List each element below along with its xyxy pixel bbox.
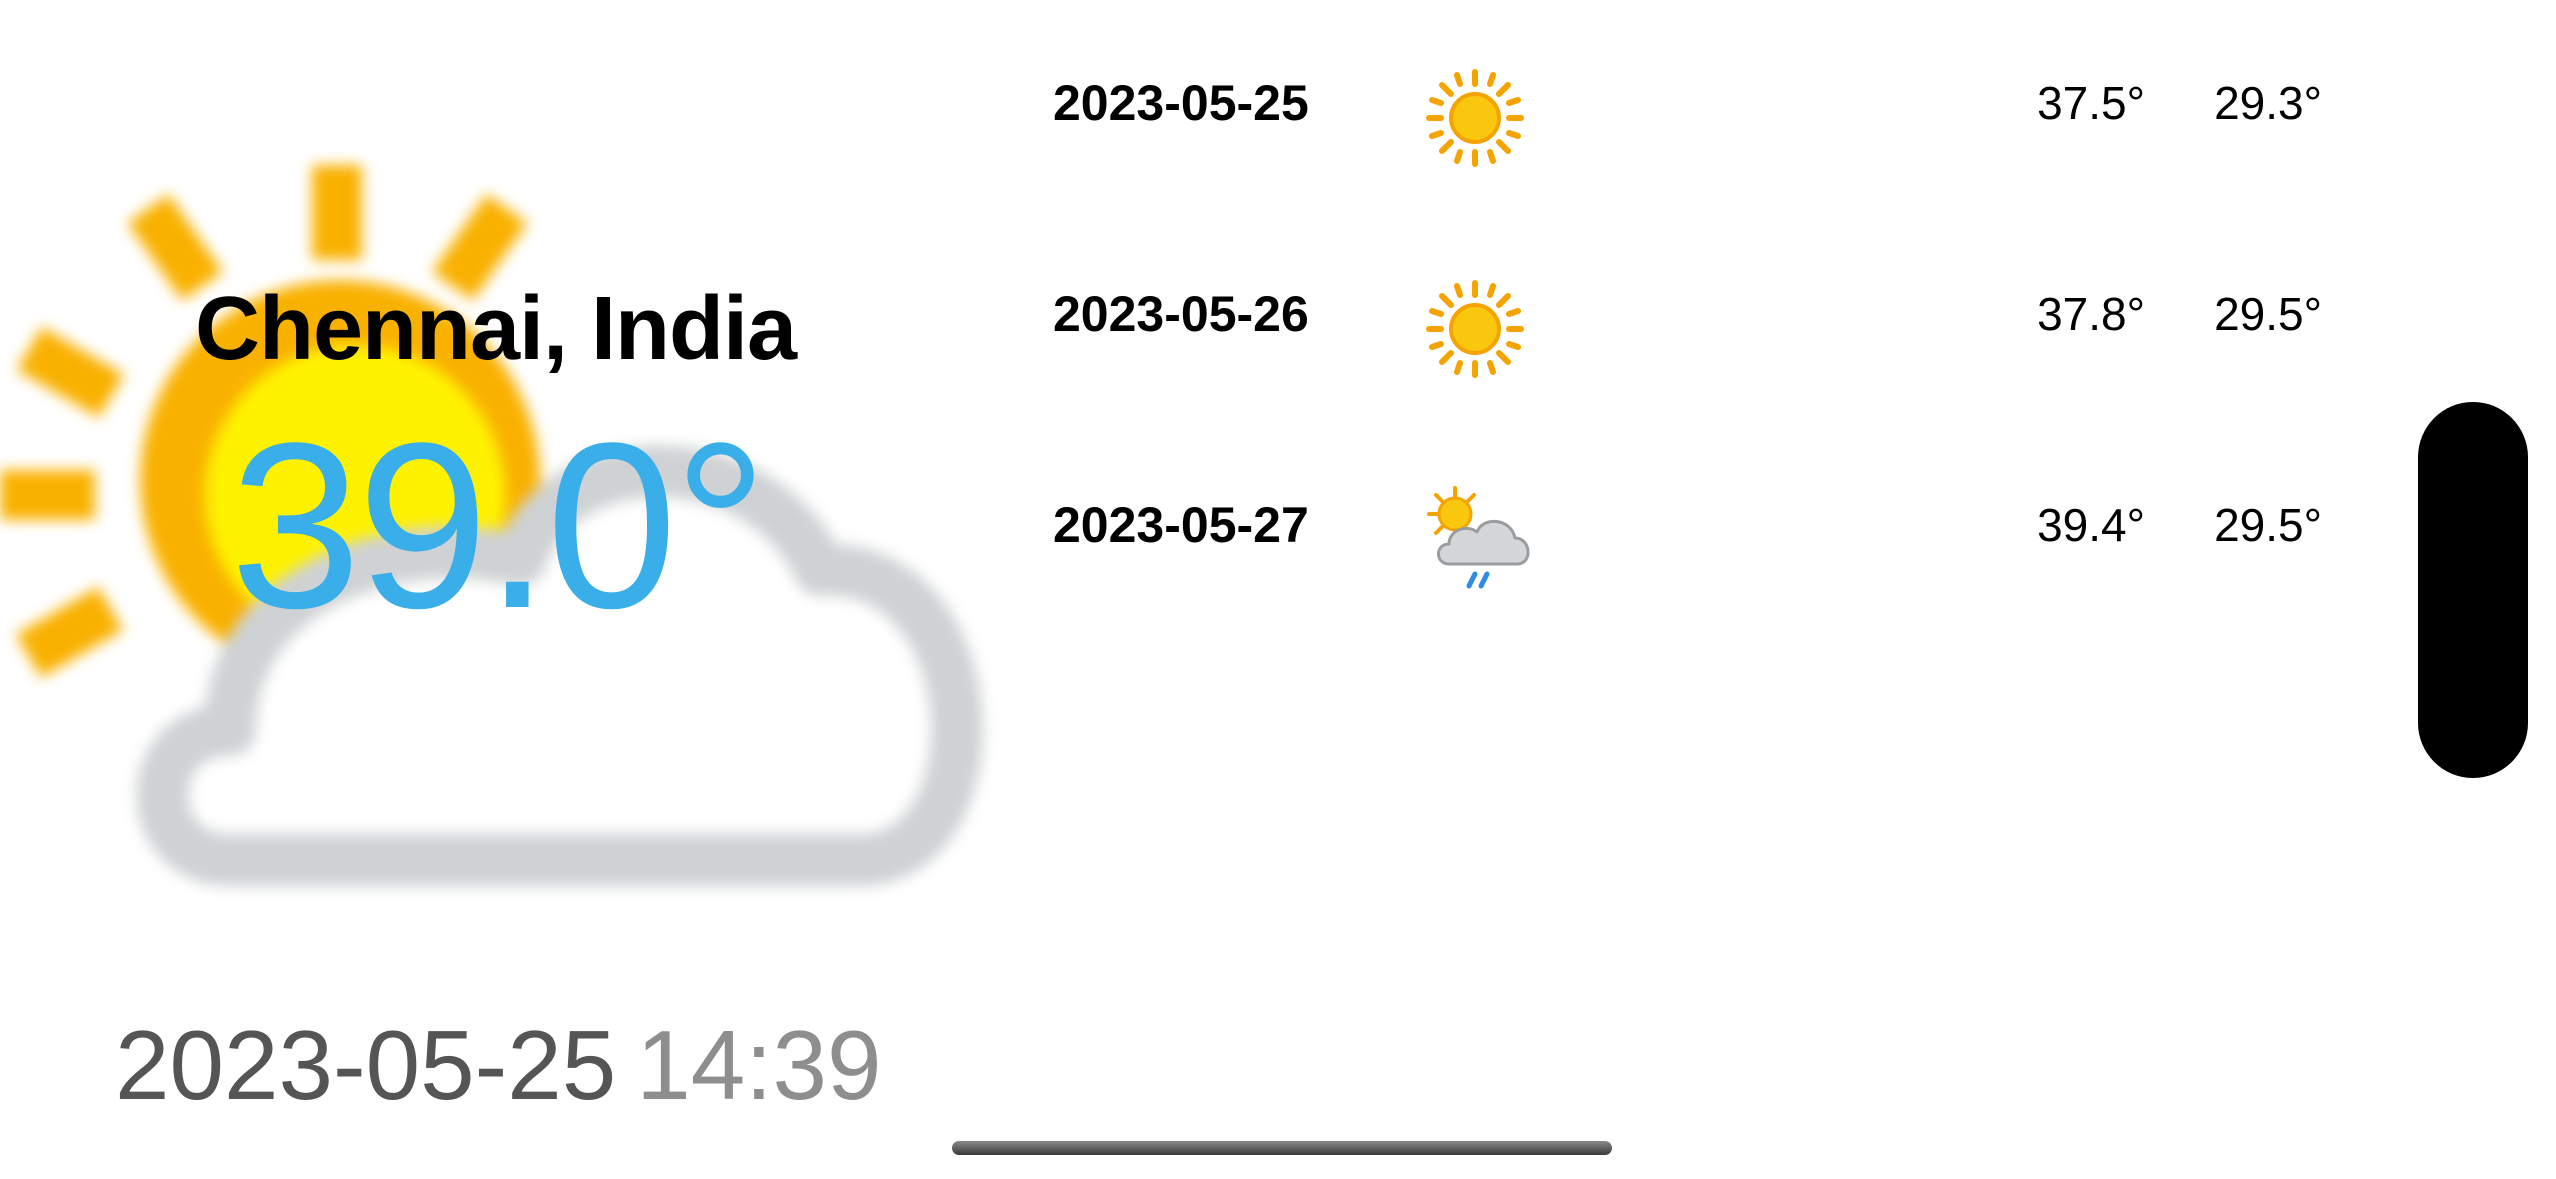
- forecast-date: 2023-05-26: [1053, 286, 1309, 342]
- forecast-low-temp: 29.5°: [2214, 499, 2322, 551]
- current-datetime: 2023-05-25 14:39: [115, 1010, 882, 1120]
- sun-cloud-rain-icon: [1427, 486, 1530, 589]
- sun-icon: [1426, 69, 1524, 167]
- forecast-low-temp: 29.3°: [2214, 77, 2322, 129]
- current-temperature: 39.0°: [230, 394, 768, 658]
- current-time: 14:39: [636, 1010, 882, 1120]
- forecast-high-temp: 37.8°: [2037, 288, 2145, 340]
- scroll-handle[interactable]: [2418, 402, 2528, 778]
- home-indicator[interactable]: [952, 1141, 1612, 1155]
- forecast-date: 2023-05-25: [1053, 75, 1309, 131]
- forecast-row[interactable]: 2023-05-27 39.4° 29.5°: [1050, 460, 2350, 671]
- forecast-date: 2023-05-27: [1053, 497, 1309, 553]
- current-date: 2023-05-25: [115, 1010, 617, 1120]
- sun-icon: [1426, 280, 1524, 378]
- forecast-high-temp: 37.5°: [2037, 77, 2145, 129]
- forecast-row[interactable]: 2023-05-26 37.8° 29.5°: [1050, 249, 2350, 460]
- forecast-low-temp: 29.5°: [2214, 288, 2322, 340]
- forecast-list: 2023-05-25 37.5° 29.3° 2023-05-26 37.8° …: [1050, 38, 2350, 671]
- forecast-row[interactable]: 2023-05-25 37.5° 29.3°: [1050, 38, 2350, 249]
- forecast-high-temp: 39.4°: [2037, 499, 2145, 551]
- city-name: Chennai, India: [195, 279, 797, 379]
